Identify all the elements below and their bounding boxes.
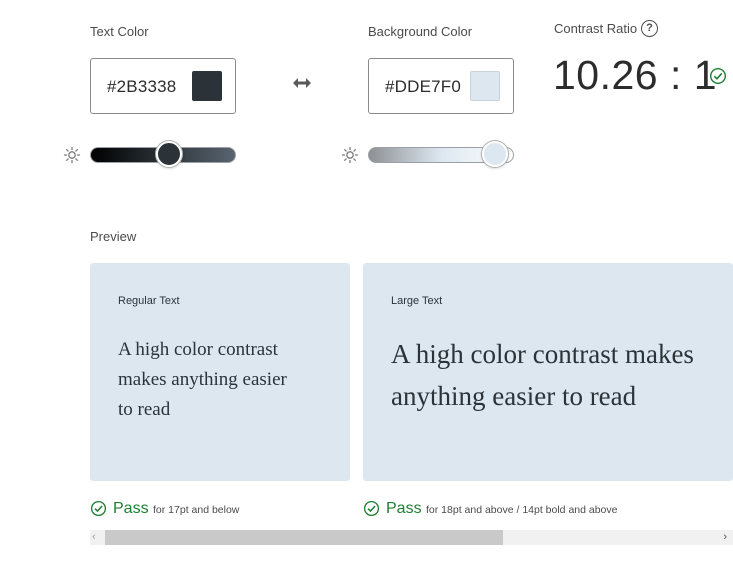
swap-horizontal-icon[interactable] bbox=[290, 73, 314, 93]
contrast-ratio-label: Contrast Ratio bbox=[554, 21, 638, 36]
preview-label: Preview bbox=[90, 229, 137, 244]
regular-text-sample: A high color contrast makes anything eas… bbox=[118, 335, 287, 425]
check-circle-icon bbox=[363, 500, 380, 517]
contrast-ratio-value: 10.26 : 1 bbox=[553, 52, 718, 98]
background-color-field[interactable]: #DDE7F0 bbox=[368, 58, 514, 114]
regular-text-line: A high color contrast bbox=[118, 339, 278, 360]
help-icon[interactable]: ? bbox=[641, 20, 658, 37]
text-color-slider-thumb[interactable] bbox=[155, 141, 182, 167]
regular-text-line: to read bbox=[118, 399, 171, 420]
brightness-icon bbox=[341, 146, 359, 164]
large-text-line: anything easier to read bbox=[391, 381, 637, 411]
background-color-hex[interactable]: #DDE7F0 bbox=[385, 77, 461, 97]
regular-text-line: makes anything easier bbox=[118, 369, 287, 390]
horizontal-scrollbar[interactable]: ‹ › bbox=[90, 530, 733, 545]
text-color-swatch[interactable] bbox=[192, 71, 222, 101]
pass-note: for 18pt and above / 14pt bold and above bbox=[426, 504, 618, 516]
background-color-slider-thumb[interactable] bbox=[482, 141, 509, 167]
large-text-sample: A high color contrast makes anything eas… bbox=[391, 333, 694, 417]
large-text-preview-card: Large Text A high color contrast makes a… bbox=[363, 263, 733, 481]
pass-note: for 17pt and below bbox=[153, 504, 240, 516]
large-text-title: Large Text bbox=[391, 295, 443, 307]
pass-label: Pass bbox=[386, 500, 422, 517]
pass-label: Pass bbox=[113, 500, 149, 517]
text-color-label: Text Color bbox=[90, 24, 149, 39]
regular-text-preview-card: Regular Text A high color contrast makes… bbox=[90, 263, 350, 481]
brightness-icon bbox=[63, 146, 81, 164]
check-circle-icon bbox=[90, 500, 107, 517]
scroll-right-arrow[interactable]: › bbox=[723, 530, 727, 545]
background-color-label: Background Color bbox=[368, 24, 473, 39]
regular-text-title: Regular Text bbox=[118, 295, 180, 307]
large-text-line: A high color contrast makes bbox=[391, 339, 694, 369]
check-circle-icon bbox=[709, 67, 727, 85]
background-color-swatch[interactable] bbox=[470, 71, 500, 101]
text-color-field[interactable]: #2B3338 bbox=[90, 58, 236, 114]
text-color-hex[interactable]: #2B3338 bbox=[107, 77, 176, 97]
scroll-left-arrow[interactable]: ‹ bbox=[92, 530, 96, 545]
scrollbar-thumb[interactable] bbox=[105, 530, 503, 545]
